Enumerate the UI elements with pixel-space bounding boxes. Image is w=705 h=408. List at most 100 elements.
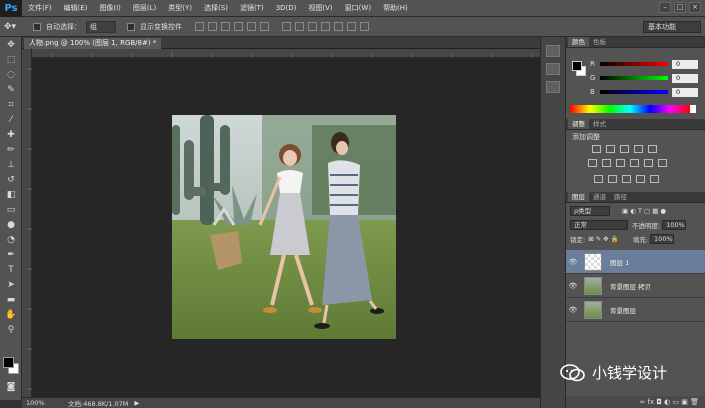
quick-select-tool-icon[interactable]: ✎ [0,82,22,97]
menu-help[interactable]: 帮助(H) [377,3,414,13]
close-button[interactable]: × [689,2,701,13]
tab-paths[interactable]: 路径 [610,192,631,202]
workspace-switcher[interactable]: 基本功能 [643,21,701,33]
channel-mixer-icon[interactable] [644,159,653,167]
menu-3d[interactable]: 3D(D) [270,4,303,12]
history-panel-icon[interactable] [546,45,560,57]
zoom-tool-icon[interactable]: ⚲ [0,322,22,337]
align-bottom-icon[interactable] [221,22,230,31]
clone-stamp-tool-icon[interactable]: ⊥ [0,157,22,172]
move-tool-icon[interactable]: ✥ [0,37,22,52]
hand-tool-icon[interactable]: ✋ [0,307,22,322]
type-tool-icon[interactable]: T [0,262,22,277]
tab-adjustments[interactable]: 调整 [568,119,589,129]
maximize-button[interactable]: □ [674,2,686,13]
selective-color-icon[interactable] [650,175,659,183]
tab-swatches[interactable]: 色板 [589,37,610,47]
brush-tool-icon[interactable]: ✏ [0,142,22,157]
layer-row[interactable]: 👁 图层 1 [566,250,705,274]
layer-row[interactable]: 👁 背景图层 [566,298,705,322]
red-value-input[interactable]: 0 [672,59,698,69]
layer-name[interactable]: 图层 1 [610,257,629,267]
layer-name[interactable]: 背景图层 [610,305,636,315]
zoom-level[interactable]: 100% [22,399,62,407]
tab-color[interactable]: 颜色 [568,37,589,47]
menu-layer[interactable]: 图层(L) [127,3,162,13]
align-hcenter-icon[interactable] [247,22,256,31]
crop-tool-icon[interactable]: ⌗ [0,97,22,112]
blue-value-input[interactable]: 0 [672,87,698,97]
layer-row[interactable]: 👁 背景图层 拷贝 [566,274,705,298]
dodge-tool-icon[interactable]: ◔ [0,232,22,247]
auto-select-checkbox[interactable] [33,22,41,31]
color-spectrum-ramp[interactable] [570,105,690,113]
green-value-input[interactable]: 0 [672,73,698,83]
align-vcenter-icon[interactable] [208,22,217,31]
distribute-top-icon[interactable] [282,22,291,31]
lasso-tool-icon[interactable]: ◌ [0,67,22,82]
document-tab[interactable]: 人物.png @ 100% (图层 1, RGB/8#) * [24,38,162,49]
properties-panel-icon[interactable] [546,63,560,75]
healing-brush-tool-icon[interactable]: ✚ [0,127,22,142]
filter-pixel-icon[interactable]: ▣ ◐ T ▢ ▦ ● [622,207,666,215]
align-top-icon[interactable] [195,22,204,31]
hue-saturation-icon[interactable] [588,159,597,167]
distribute-left-icon[interactable] [321,22,330,31]
align-left-icon[interactable] [234,22,243,31]
document-size-info[interactable]: 文档:468.8K/1.07M [68,398,128,408]
green-slider[interactable] [600,76,668,80]
path-select-tool-icon[interactable]: ➤ [0,277,22,292]
eyedropper-tool-icon[interactable]: ⁄ [0,112,22,127]
menu-edit[interactable]: 编辑(E) [58,3,94,13]
info-panel-icon[interactable] [546,81,560,93]
minimize-button[interactable]: – [659,2,671,13]
menu-image[interactable]: 图像(I) [93,3,127,13]
status-menu-arrow-icon[interactable]: ▶ [134,399,139,407]
distribute-right-icon[interactable] [347,22,356,31]
gradient-map-icon[interactable] [636,175,645,183]
color-balance-icon[interactable] [602,159,611,167]
blur-tool-icon[interactable]: ● [0,217,22,232]
blend-mode-dropdown[interactable]: 正常 [570,220,628,230]
red-slider[interactable] [600,62,668,66]
opacity-input[interactable]: 100% [662,220,687,230]
distribute-hcenter-icon[interactable] [334,22,343,31]
menu-select[interactable]: 选择(S) [198,3,234,13]
marquee-tool-icon[interactable]: ⬚ [0,52,22,67]
black-white-icon[interactable] [616,159,625,167]
exposure-icon[interactable] [634,145,643,153]
lock-icons[interactable]: ⊠ ✎ ✥ 🔒 [588,235,619,243]
photo-filter-icon[interactable] [630,159,639,167]
blue-slider[interactable] [600,90,668,94]
menu-view[interactable]: 视图(V) [302,3,338,13]
levels-icon[interactable] [606,145,615,153]
curves-icon[interactable] [620,145,629,153]
auto-select-dropdown[interactable]: 组 [86,20,116,33]
menu-window[interactable]: 窗口(W) [339,3,377,13]
visibility-eye-icon[interactable]: 👁 [566,258,580,266]
tab-layers[interactable]: 图层 [568,192,589,202]
threshold-icon[interactable] [622,175,631,183]
color-ramp-white[interactable] [690,105,696,113]
canvas-area[interactable] [32,58,540,397]
layer-name[interactable]: 背景图层 拷贝 [610,281,651,291]
invert-icon[interactable] [594,175,603,183]
vibrance-icon[interactable] [648,145,657,153]
align-right-icon[interactable] [260,22,269,31]
history-brush-tool-icon[interactable]: ↺ [0,172,22,187]
brightness-contrast-icon[interactable] [592,145,601,153]
visibility-eye-icon[interactable]: 👁 [566,282,580,290]
eraser-tool-icon[interactable]: ◧ [0,187,22,202]
document-canvas-photo[interactable] [172,115,396,339]
quick-mask-icon[interactable]: ◙ [0,379,22,394]
fill-input[interactable]: 100% [650,234,675,244]
gradient-tool-icon[interactable]: ▭ [0,202,22,217]
tab-styles[interactable]: 样式 [589,119,610,129]
layer-filter-dropdown[interactable]: ρ类型 [570,206,610,216]
tab-channels[interactable]: 通道 [589,192,610,202]
foreground-color-swatch[interactable] [3,357,14,368]
visibility-eye-icon[interactable]: 👁 [566,306,580,314]
shape-tool-icon[interactable]: ▬ [0,292,22,307]
menu-file[interactable]: 文件(F) [22,3,58,13]
distribute-bottom-icon[interactable] [308,22,317,31]
